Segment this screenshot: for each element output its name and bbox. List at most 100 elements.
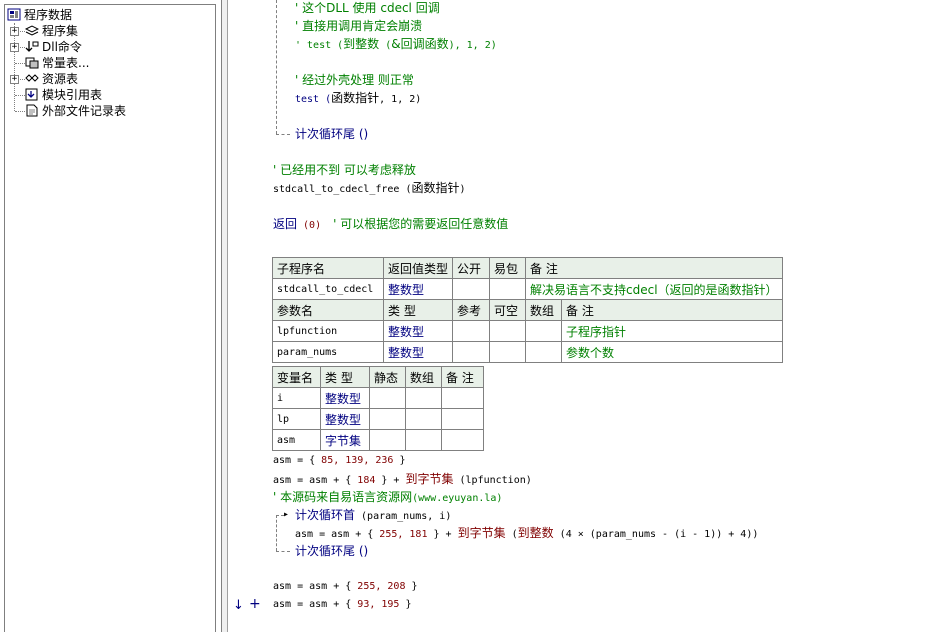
var-type[interactable]: 整数型 [320,387,370,409]
code-line: test (函数指针, 1, 2) [295,91,422,105]
var-static[interactable] [369,387,406,409]
var-static[interactable] [369,408,406,430]
file-icon [25,104,39,117]
expand-toggle[interactable]: + [10,43,19,52]
expand-toggle[interactable]: + [10,27,19,36]
var-name[interactable]: i [272,387,321,409]
loop-guide [276,0,277,134]
tree-item-module-refs[interactable]: 模块引用表 [25,87,102,103]
var-array[interactable] [405,387,442,409]
project-tree-panel: 程序数据 + 程序集 + Dll命令 常量表... + 资源表 模块引用表 外部… [0,0,222,632]
var-note[interactable] [441,429,484,451]
tree-item-label: 外部文件记录表 [42,104,127,118]
loop-end: 计次循环尾 () [295,127,369,141]
col-header: 静态 [369,366,406,388]
resource-icon [25,72,39,85]
code-comment: ' test (到整数 (&回调函数), 1, 2) [295,37,497,51]
param-name[interactable]: param_nums [272,341,384,363]
loop-guide [276,515,277,551]
var-note[interactable] [441,408,484,430]
constant-icon [25,56,39,69]
param-nullable[interactable] [489,320,527,342]
panel-splitter[interactable] [222,0,228,632]
subroutine-name[interactable]: stdcall_to_cdecl [272,278,384,300]
var-type[interactable]: 字节集 [320,429,370,451]
tree-item-label: 常量表... [42,56,90,70]
code-comment: ' 直接用调用肯定会崩溃 [295,19,423,33]
layers-icon [24,24,40,37]
col-header: 类 型 [382,299,454,321]
tree-guide [15,95,25,96]
code-comment: ' 本源码来自易语言资源网(www.eyuyan.la) [273,490,503,504]
loop-head: 计次循环首 (param_nums, i) [295,508,452,522]
param-note[interactable]: 参数个数 [561,341,784,363]
code-line: asm = asm + { 93, 195 } [273,599,412,610]
expand-toggle[interactable]: + [10,75,19,84]
project-tree: 程序数据 + 程序集 + Dll命令 常量表... + 资源表 模块引用表 外部… [4,4,216,632]
loop-end: 计次循环尾 () [295,544,369,558]
tree-item-label: 模块引用表 [42,88,103,102]
col-header: 公开 [452,257,491,279]
subroutine-note[interactable]: 解决易语言不支持cdecl（返回的是函数指针） [525,278,784,300]
col-header: 易包 [489,257,527,279]
col-header: 参数名 [272,299,384,321]
add-line-icon[interactable]: + [249,596,261,612]
code-line: asm = asm + { 184 } + 到字节集 (lpfunction) [273,472,532,486]
code-comment: ' 这个DLL 使用 cdecl 回调 [295,1,440,15]
code-line: asm = asm + { 255, 181 } + 到字节集 (到整数 (4 … [295,526,759,540]
tree-item-external-files[interactable]: 外部文件记录表 [25,103,126,119]
var-type[interactable]: 整数型 [320,408,370,430]
var-static[interactable] [369,429,406,451]
param-array[interactable] [525,320,563,342]
tree-item-resources[interactable]: 资源表 [25,71,78,87]
param-type[interactable]: 整数型 [382,341,454,363]
loop-guide [276,134,290,135]
tree-item-label: 程序集 [42,24,79,38]
param-note[interactable]: 子程序指针 [561,320,784,342]
param-nullable[interactable] [489,341,527,363]
return-statement: 返回 (0) ' 可以根据您的需要返回任意数值 [273,217,509,231]
loop-guide [276,551,290,552]
tree-root[interactable]: 程序数据 [7,7,72,23]
loop-arrow-icon: ▸ [283,509,290,520]
subroutine-table: 子程序名 返回值类型 公开 易包 备 注 stdcall_to_cdecl 整数… [272,257,784,363]
tree-guide [14,23,15,111]
module-ref-icon [25,88,39,101]
col-header: 备 注 [561,299,784,321]
param-ref[interactable] [452,341,491,363]
tree-item-label: Dll命令 [42,40,82,54]
col-header: 类 型 [320,366,370,388]
param-name[interactable]: lpfunction [272,320,384,342]
tree-item-program-set[interactable]: 程序集 [24,23,79,39]
subroutine-package[interactable] [489,278,527,300]
col-header: 备 注 [525,257,784,279]
tree-guide [15,111,25,112]
tree-item-dll-commands[interactable]: Dll命令 [25,39,82,55]
col-header: 子程序名 [272,257,384,279]
param-array[interactable] [525,341,563,363]
col-header: 变量名 [272,366,321,388]
tree-guide [15,63,25,64]
tree-item-constants[interactable]: 常量表... [25,55,89,71]
tree-item-label: 资源表 [42,72,79,86]
param-type[interactable]: 整数型 [382,320,454,342]
col-header: 备 注 [441,366,484,388]
var-note[interactable] [441,387,484,409]
database-icon [7,8,21,21]
var-array[interactable] [405,429,442,451]
param-ref[interactable] [452,320,491,342]
col-header: 参考 [452,299,491,321]
col-header: 可空 [489,299,527,321]
subroutine-public[interactable] [452,278,491,300]
col-header: 数组 [405,366,442,388]
var-name[interactable]: lp [272,408,321,430]
code-comment: ' 已经用不到 可以考虑释放 [273,163,416,177]
code-line: asm = { 85, 139, 236 } [273,455,406,466]
code-comment: ' 经过外壳处理 则正常 [295,73,414,87]
var-name[interactable]: asm [272,429,321,451]
var-array[interactable] [405,408,442,430]
code-editor[interactable]: ' 这个DLL 使用 cdecl 回调 ' 直接用调用肯定会崩溃 ' test … [229,0,940,632]
col-header: 返回值类型 [382,257,454,279]
subroutine-return-type[interactable]: 整数型 [382,278,454,300]
current-line-arrow-icon: ↓ [233,598,244,613]
